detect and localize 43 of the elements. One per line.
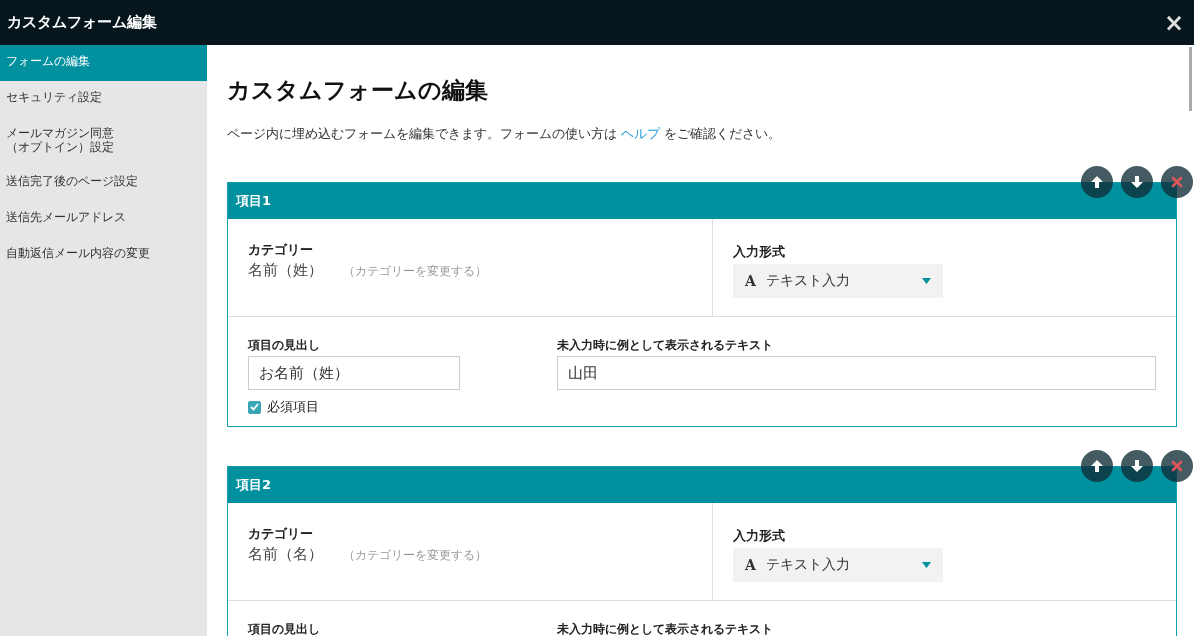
required-label: 必須項目 (267, 398, 319, 416)
sidebar-item[interactable]: 送信先メールアドレス (0, 200, 207, 237)
move-down-button[interactable] (1121, 166, 1153, 198)
move-up-button[interactable] (1081, 166, 1113, 198)
input-type-dropdown[interactable]: A テキスト入力 (733, 548, 943, 582)
caret-icon (922, 278, 931, 284)
arrow-down-icon (1130, 175, 1144, 189)
arrow-up-icon (1090, 175, 1104, 189)
item-title: 項目2 (236, 476, 272, 494)
item-title: 項目1 (236, 192, 272, 210)
category-value: 名前（姓） (248, 261, 323, 280)
delete-button[interactable] (1161, 166, 1193, 198)
scrollbar[interactable] (1189, 47, 1192, 111)
category-value: 名前（名） (248, 545, 323, 564)
example-text-input[interactable]: 山田 (557, 356, 1156, 390)
input-type-label: 入力形式 (733, 243, 786, 261)
close-icon (1171, 176, 1183, 188)
arrow-up-icon (1090, 459, 1104, 473)
close-icon (1171, 460, 1183, 472)
heading-label: 項目の見出し (248, 337, 321, 354)
sidebar-item[interactable]: セキュリティ設定 (0, 81, 207, 117)
input-type-dropdown[interactable]: A テキスト入力 (733, 264, 943, 298)
checkbox[interactable] (248, 400, 261, 414)
sidebar-item[interactable]: メールマガジン同意 （オプトイン）設定 (0, 117, 207, 165)
move-down-button[interactable] (1121, 450, 1153, 482)
category-label: カテゴリー (248, 525, 314, 543)
input-type-label: 入力形式 (733, 527, 786, 545)
close-button[interactable]: × (1161, 10, 1186, 35)
description-text: ページ内に埋め込むフォームを編集できます。フォームの使い方は ヘルプ をご確認ください。 (227, 125, 783, 143)
heading-input[interactable]: お名前（姓） (248, 356, 460, 390)
delete-button[interactable] (1161, 450, 1193, 482)
sidebar-item[interactable]: 送信完了後のページ設定 (0, 164, 207, 201)
window-title: カスタムフォーム編集 (7, 13, 157, 32)
page-title: カスタムフォームの編集 (227, 76, 489, 105)
move-up-button[interactable] (1081, 450, 1113, 482)
caret-icon (922, 562, 931, 568)
example-text-label: 未入力時に例として表示されるテキスト (557, 621, 774, 636)
sidebar-item[interactable]: 自動返信メール内容の変更 (0, 236, 207, 273)
example-text-label: 未入力時に例として表示されるテキスト (557, 337, 774, 354)
arrow-down-icon (1130, 459, 1144, 473)
category-label: カテゴリー (248, 241, 314, 259)
sidebar-item[interactable]: フォームの編集 (0, 45, 207, 81)
heading-label: 項目の見出し (248, 621, 321, 636)
